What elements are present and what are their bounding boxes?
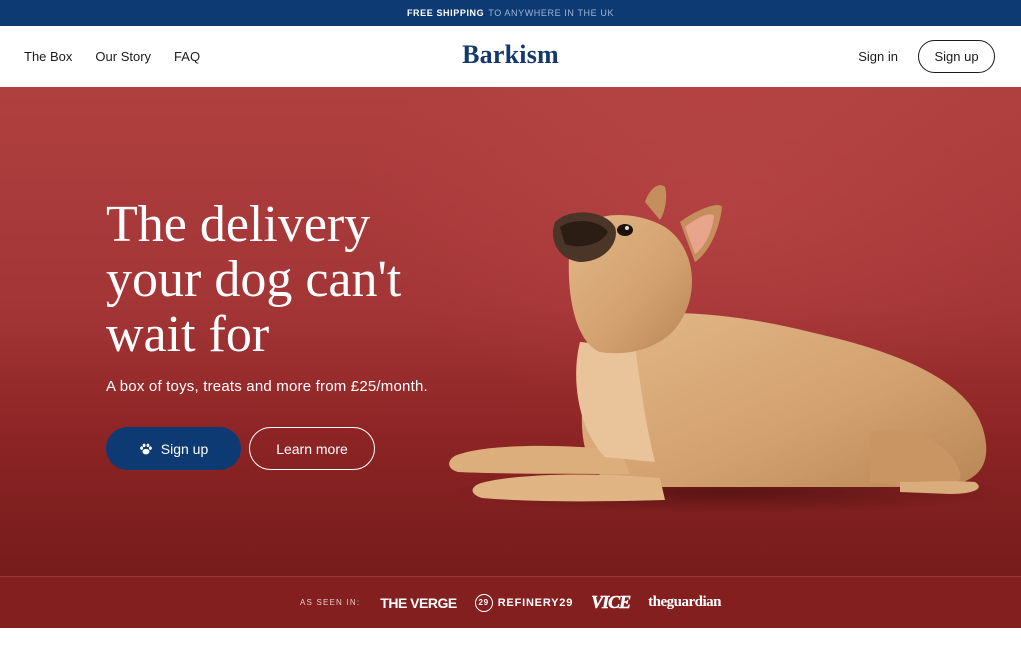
- headline-line-1: The delivery: [106, 196, 371, 253]
- paw-icon: [139, 443, 152, 454]
- headline-line-3: wait for: [106, 306, 270, 363]
- hero-section: The delivery your dog can't wait for A b…: [0, 87, 1021, 576]
- dog-illustration: [449, 185, 1010, 514]
- promo-bar: FREE SHIPPING TO ANYWHERE IN THE UK: [0, 0, 1021, 26]
- hero-sign-up-label: Sign up: [160, 440, 209, 457]
- refinery29-wordmark: REFINERY29: [497, 596, 574, 609]
- header-sign-up-button[interactable]: Sign up: [918, 40, 995, 73]
- promo-rest: TO ANYWHERE IN THE UK: [488, 8, 615, 18]
- the-guardian-logo: theguardian: [648, 594, 722, 610]
- as-seen-in-label: AS SEEN IN:: [299, 598, 361, 607]
- account-actions: Sign in Sign up: [858, 26, 995, 87]
- vice-logo: VICE: [591, 592, 632, 613]
- site-header: The Box Our Story FAQ Barkism Sign in Si…: [0, 26, 1021, 87]
- sign-in-link[interactable]: Sign in: [858, 49, 898, 64]
- headline-line-2: your dog can't: [106, 251, 402, 308]
- refinery29-logo: 29 REFINERY29: [474, 593, 574, 612]
- hero-sign-up-button[interactable]: Sign up: [106, 427, 241, 470]
- refinery29-badge: 29: [474, 593, 493, 612]
- learn-more-button[interactable]: Learn more: [249, 427, 375, 470]
- page-bottom-area: [0, 628, 1021, 652]
- the-verge-logo: THE VERGE: [380, 594, 457, 611]
- hero-subline: A box of toys, treats and more from £25/…: [106, 378, 428, 395]
- site-logo[interactable]: Barkism: [462, 40, 559, 69]
- promo-strong: FREE SHIPPING: [406, 8, 485, 18]
- press-bar: AS SEEN IN: THE VERGE 29 REFINERY29 VICE…: [0, 576, 1021, 628]
- hero-headline: The delivery your dog can't wait for: [106, 197, 466, 362]
